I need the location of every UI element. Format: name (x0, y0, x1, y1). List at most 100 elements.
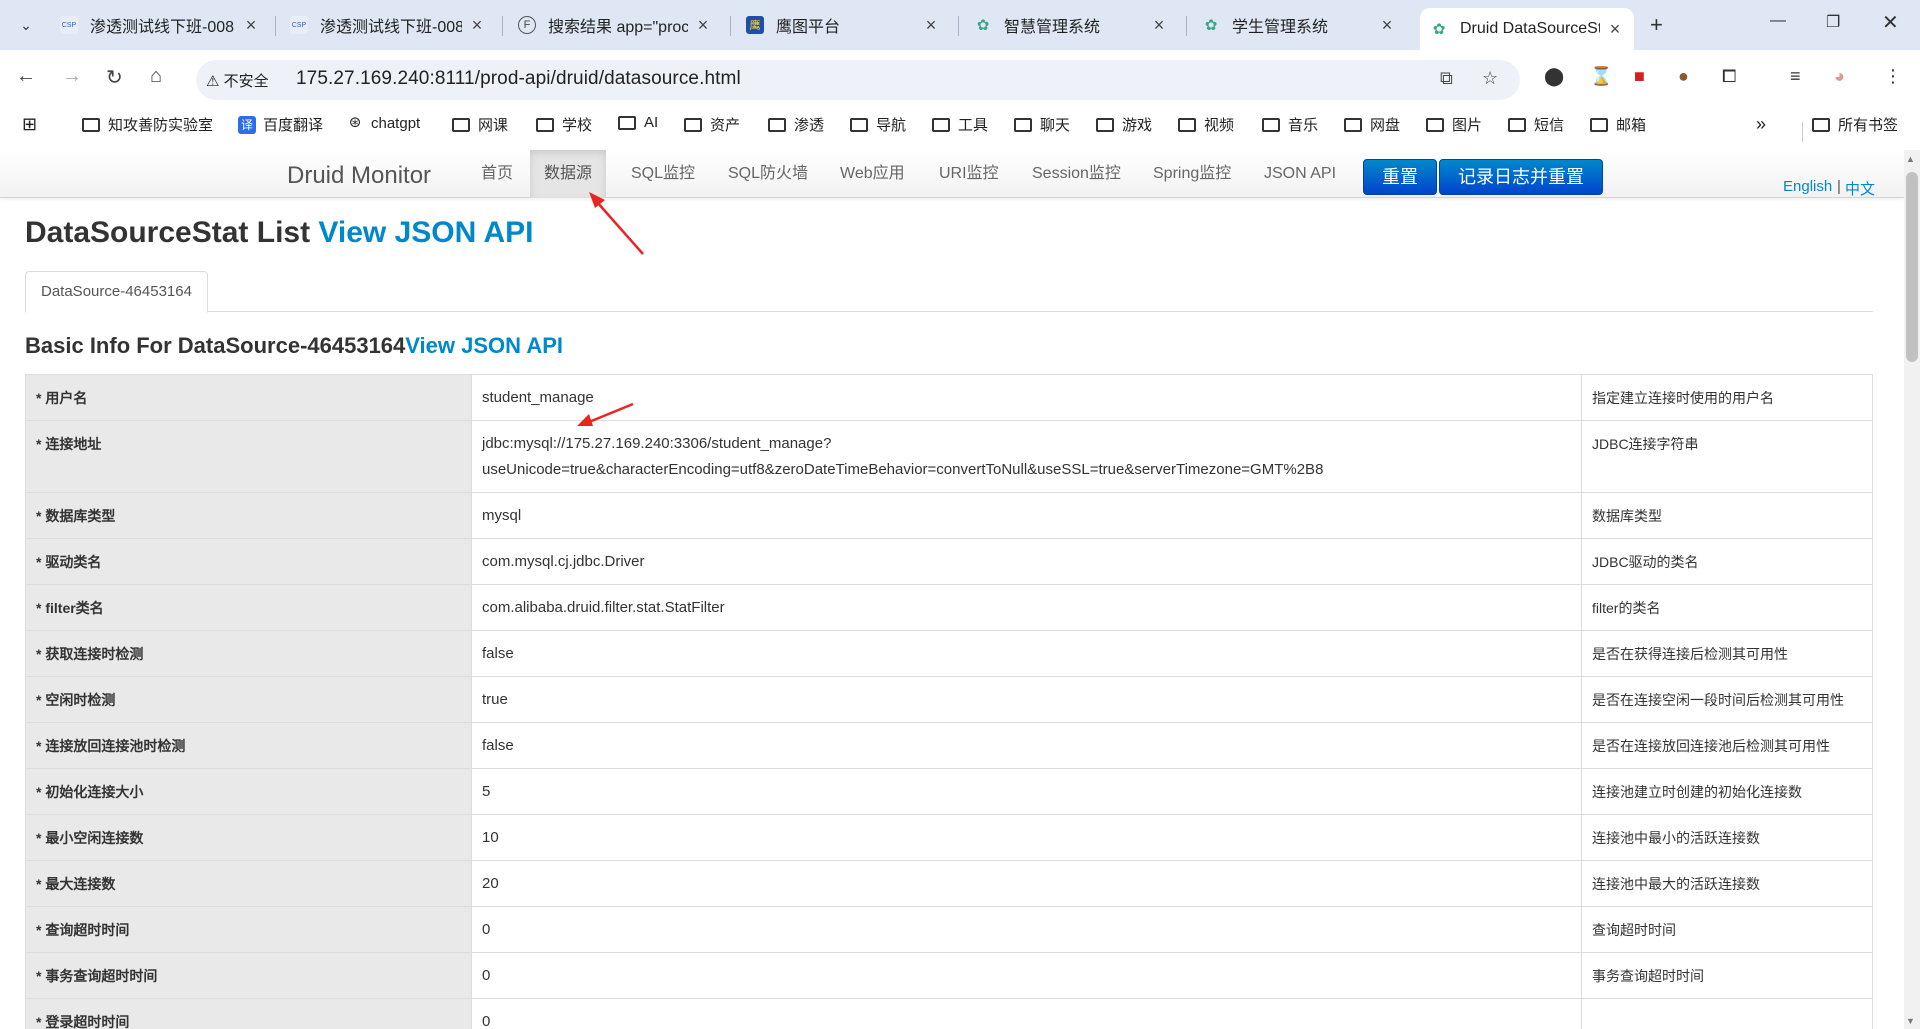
nav-home[interactable]: 首页 (467, 150, 527, 198)
scrollbar-thumb[interactable] (1906, 172, 1918, 362)
folder-icon (536, 117, 554, 132)
info-row: * 连接地址 jdbc:mysql://175.27.169.240:3306/s… (25, 420, 1873, 493)
apps-grid-icon[interactable]: ⊞ (22, 114, 37, 135)
bookmark-folder[interactable]: 音乐 (1262, 114, 1318, 135)
close-tab-icon[interactable]: × (1150, 15, 1168, 36)
restore-icon[interactable]: ❐ (1826, 12, 1840, 32)
datasource-tabs: DataSource-46453164 (25, 271, 1873, 313)
bookmark-folder[interactable]: 聊天 (1014, 114, 1070, 135)
bookmark-folder[interactable]: 资产 (684, 114, 740, 135)
home-icon[interactable]: ⌂ (150, 65, 162, 88)
security-indicator[interactable]: ⚠ 不安全 (206, 70, 269, 91)
nav-datasource[interactable]: 数据源 (530, 150, 607, 198)
bookmark-folder[interactable]: 渗透 (768, 114, 824, 135)
profile-avatar[interactable]: ◕ (1834, 66, 1845, 87)
info-key: * 连接放回连接池时检测 (25, 722, 472, 769)
basic-info-text: Basic Info For DataSource-46453164 (25, 333, 406, 358)
close-window-icon[interactable]: ✕ (1882, 10, 1899, 35)
nav-uri-monitor[interactable]: URI监控 (925, 150, 1013, 198)
back-arrow-icon[interactable]: ← (16, 65, 36, 88)
nav-web-app[interactable]: Web应用 (826, 150, 919, 198)
bookmark-site[interactable]: 译百度翻译 (238, 114, 323, 135)
bookmark-folder[interactable]: 工具 (932, 114, 988, 135)
browser-tab[interactable]: F 搜索结果 app="proc × (508, 8, 722, 42)
folder-icon (82, 117, 100, 132)
bookmark-folder[interactable]: 网课 (452, 114, 508, 135)
bookmark-folder[interactable]: 网盘 (1344, 114, 1400, 135)
bookmark-label: 音乐 (1288, 117, 1319, 134)
bookmark-folder[interactable]: 导航 (850, 114, 906, 135)
bookmark-folder[interactable]: 游戏 (1096, 114, 1152, 135)
bookmark-folder[interactable]: 知攻善防实验室 (82, 114, 213, 135)
extension-flag-icon[interactable]: ■ (1634, 66, 1645, 87)
browser-tab-active[interactable]: ✿ Druid DataSourceSt × (1420, 8, 1634, 50)
info-row: * 用户名 student_manage 指定建立连接时使用的用户名 (25, 374, 1873, 421)
bookmark-label: 视频 (1204, 117, 1235, 134)
extension-hourglass-icon[interactable]: ⌛ (1590, 66, 1612, 87)
browser-tab[interactable]: CSP 渗透测试线下班-008 × (50, 8, 270, 42)
info-row: * 登录超时时间 0 (25, 998, 1873, 1029)
bookmark-label: chatgpt (371, 114, 421, 132)
chevron-down-icon: ⌄ (20, 16, 32, 33)
all-bookmarks-folder[interactable]: 所有书签 (1812, 114, 1898, 135)
close-tab-icon[interactable]: × (694, 15, 712, 36)
close-tab-icon[interactable]: × (1606, 19, 1624, 40)
extension-cookie-icon[interactable]: ● (1678, 66, 1689, 87)
lang-english-link[interactable]: English (1783, 178, 1832, 195)
bookmark-folder[interactable]: 图片 (1426, 114, 1482, 135)
nav-sql-monitor[interactable]: SQL监控 (617, 150, 709, 198)
leaf-favicon-icon: ✿ (1432, 21, 1446, 38)
folder-icon (1178, 117, 1196, 132)
media-control-icon[interactable]: ≡ (1790, 66, 1801, 87)
bookmark-label: 短信 (1534, 117, 1565, 134)
browser-tab[interactable]: ✿ 智慧管理系统 × (964, 8, 1178, 42)
bookmark-label: AI (644, 114, 659, 131)
info-value: mysql (471, 492, 1582, 539)
bookmark-folder[interactable]: 邮箱 (1590, 114, 1646, 135)
close-tab-icon[interactable]: × (1378, 15, 1396, 36)
bookmark-folder[interactable]: 视频 (1178, 114, 1234, 135)
brand-title[interactable]: Druid Monitor (287, 162, 431, 190)
log-and-reset-button[interactable]: 记录日志并重置 (1439, 159, 1603, 195)
close-tab-icon[interactable]: × (468, 15, 486, 36)
menu-kebab-icon[interactable]: ⋮ (1884, 66, 1902, 87)
info-key: * 连接地址 (25, 420, 472, 493)
bookmark-folder[interactable]: 学校 (536, 114, 592, 135)
bookmark-folder[interactable]: 短信 (1508, 114, 1564, 135)
url-text[interactable]: 175.27.169.240:8111/prod-api/druid/datas… (296, 68, 741, 90)
lang-chinese-link[interactable]: 中文 (1845, 178, 1875, 199)
extension-circle-icon[interactable]: ⬤ (1544, 66, 1564, 87)
nav-spring-monitor[interactable]: Spring监控 (1139, 150, 1245, 198)
reset-button[interactable]: 重置 (1363, 159, 1437, 195)
page-title: DataSourceStat List View JSON API (25, 216, 534, 250)
scroll-up-icon[interactable]: ▲ (1906, 154, 1915, 164)
close-tab-icon[interactable]: × (922, 15, 940, 36)
minimize-icon[interactable]: — (1770, 12, 1786, 30)
bookmarks-overflow-icon[interactable]: » (1756, 114, 1766, 135)
forward-arrow-icon[interactable]: → (62, 65, 82, 88)
basic-info-json-link[interactable]: View JSON API (405, 333, 563, 358)
tab-search-button[interactable]: ⌄ (10, 10, 42, 40)
info-key: * 事务查询超时时间 (25, 952, 472, 999)
datasource-tab[interactable]: DataSource-46453164 (25, 271, 208, 313)
nav-sql-firewall[interactable]: SQL防火墙 (714, 150, 822, 198)
nav-session-monitor[interactable]: Session监控 (1018, 150, 1135, 198)
bookmark-folder[interactable]: AI (618, 114, 658, 131)
info-key: * 用户名 (25, 374, 472, 421)
browser-tab[interactable]: CSP 渗透测试线下班-008 × (280, 8, 496, 42)
info-row: * 驱动类名 com.mysql.cj.jdbc.Driver JDBC驱动的类名 (25, 538, 1873, 585)
extensions-puzzle-icon[interactable]: ⧠ (1722, 66, 1736, 87)
browser-tab[interactable]: ✿ 学生管理系统 × (1192, 8, 1406, 42)
close-tab-icon[interactable]: × (242, 15, 260, 36)
new-tab-button[interactable]: + (1650, 12, 1663, 38)
translate-icon[interactable]: ⧉ (1440, 68, 1453, 89)
bookmark-site[interactable]: ⊛ chatgpt (346, 114, 421, 132)
folder-icon (1426, 117, 1444, 132)
browser-tab[interactable]: 鹰 鹰图平台 × (736, 8, 950, 42)
scroll-down-icon[interactable]: ▼ (1906, 1016, 1915, 1026)
info-row: * 事务查询超时时间 0 事务查询超时时间 (25, 952, 1873, 999)
reload-icon[interactable]: ↻ (106, 65, 123, 90)
view-json-api-link[interactable]: View JSON API (318, 216, 533, 249)
nav-json-api[interactable]: JSON API (1250, 150, 1350, 198)
bookmark-star-icon[interactable]: ☆ (1482, 68, 1498, 89)
